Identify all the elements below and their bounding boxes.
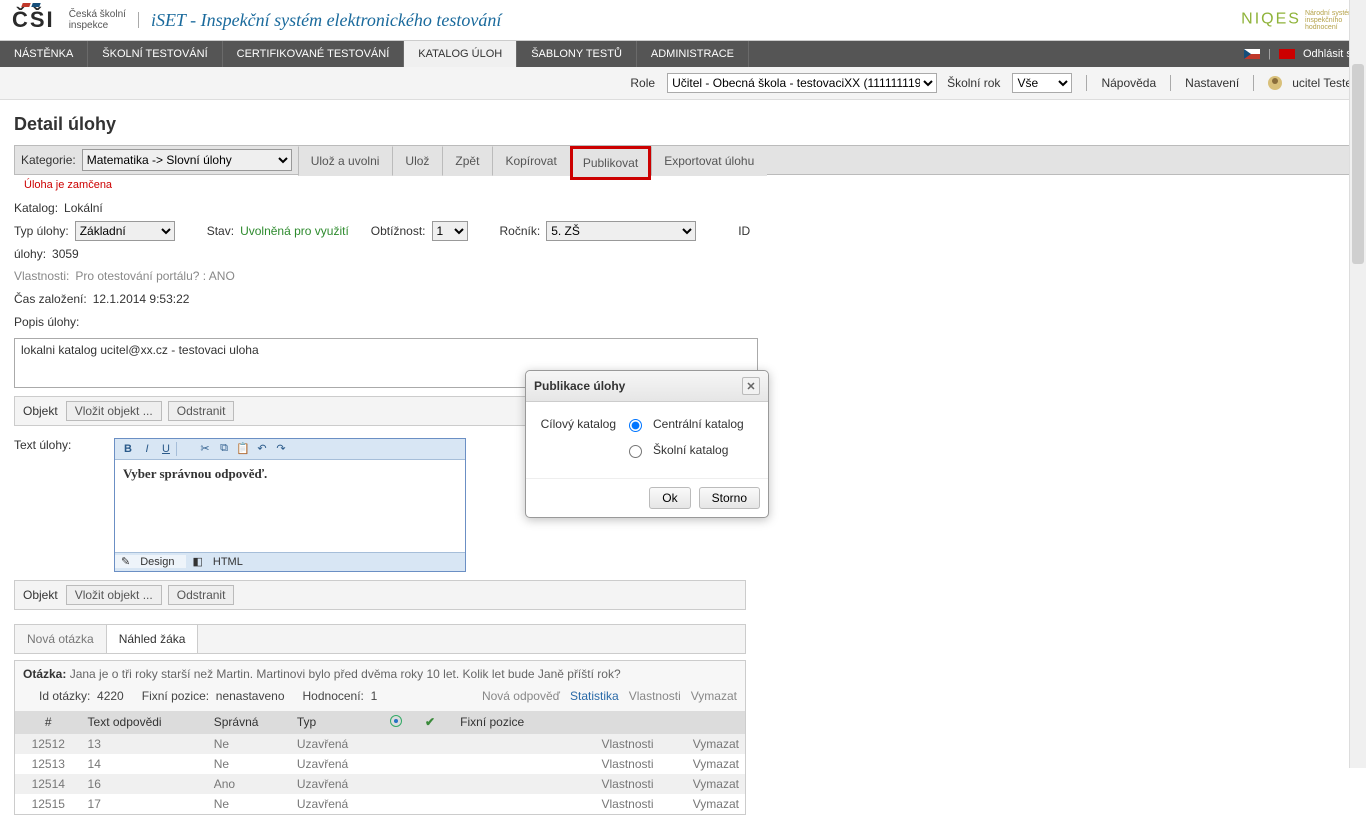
radio-central[interactable] (629, 419, 642, 432)
question-panel: Otázka: Jana je o tři roky starší než Ma… (14, 660, 746, 815)
grade-select[interactable]: 5. ZŠ (546, 221, 696, 241)
row-props-link[interactable]: Vlastnosti (602, 737, 654, 751)
nav-n-st-nka[interactable]: NÁSTĚNKA (0, 41, 88, 67)
table-row: 1251416AnoUzavřenáVlastnostiVymazat (15, 774, 745, 794)
row-props-link[interactable]: Vlastnosti (602, 757, 654, 771)
stats-link[interactable]: Statistika (570, 689, 619, 703)
col-5: ✔ (419, 711, 454, 734)
tb-ulo-[interactable]: Ulož (392, 146, 442, 176)
table-row: 1251213NeUzavřenáVlastnostiVymazat (15, 734, 745, 754)
answers-table: #Text odpovědiSprávnáTyp✔Fixní pozice 12… (15, 711, 745, 814)
app-title: iSET - Inspekční systém elektronického t… (151, 10, 501, 31)
insert-object-button-2[interactable]: Vložit objekt ... (66, 585, 162, 605)
tb-zp-t[interactable]: Zpět (442, 146, 492, 176)
html-tab[interactable]: ◧ HTML (186, 555, 254, 568)
nav--ablony-test-[interactable]: ŠABLONY TESTŮ (517, 41, 637, 67)
bold-icon[interactable]: B (119, 441, 137, 457)
table-row: 1251517NeUzavřenáVlastnostiVymazat (15, 794, 745, 814)
table-row: 1251314NeUzavřenáVlastnostiVymazat (15, 754, 745, 774)
remove-object-button[interactable]: Odstranit (168, 401, 235, 421)
paste-icon[interactable]: 📋 (234, 441, 252, 457)
role-label: Role (630, 76, 655, 90)
col-7 (566, 711, 660, 734)
locked-warning: Úloha je zamčena (24, 179, 1352, 191)
nav-katalog-loh[interactable]: KATALOG ÚLOH (404, 41, 517, 67)
task-meta: Katalog: Lokální Typ úlohy: Základní Sta… (14, 197, 1352, 334)
col-6: Fixní pozice (454, 711, 565, 734)
category-label: Kategorie: (15, 153, 82, 167)
q-delete-link[interactable]: Vymazat (691, 689, 737, 703)
ok-button[interactable]: Ok (649, 487, 690, 509)
question-tabs: Nová otázkaNáhled žáka (14, 624, 746, 654)
row-del-link[interactable]: Vymazat (693, 797, 739, 811)
nav-certifikovan-testov-n-[interactable]: CERTIFIKOVANÉ TESTOVÁNÍ (223, 41, 405, 67)
flag-en-icon[interactable] (1279, 49, 1295, 59)
nav-administrace[interactable]: ADMINISTRACE (637, 41, 749, 67)
scrollbar[interactable] (1349, 0, 1366, 768)
rich-editor[interactable]: B I U ✂ ⧉ 📋 ↶ ↷ Vyber správnou odpověď. … (114, 438, 466, 572)
editor-body[interactable]: Vyber správnou odpověď. (115, 460, 465, 552)
year-select[interactable]: Vše (1012, 73, 1072, 93)
radio-icon (390, 715, 402, 727)
tb-ulo-a-uvolni[interactable]: Ulož a uvolni (298, 146, 393, 176)
context-bar: Role Učitel - Obecná škola - testovaciXX… (0, 67, 1366, 100)
row-del-link[interactable]: Vymazat (693, 777, 739, 791)
object-bar-bottom: Objekt Vložit objekt ... Odstranit (14, 580, 746, 610)
check-icon: ✔ (425, 715, 437, 727)
flag-cz-icon[interactable] (1244, 49, 1260, 59)
difficulty-select[interactable]: 1 (432, 221, 468, 241)
underline-icon[interactable]: U (157, 441, 175, 457)
role-select[interactable]: Učitel - Obecná škola - testovaciXX (111… (667, 73, 937, 93)
tb-kop-rovat[interactable]: Kopírovat (492, 146, 569, 176)
italic-icon[interactable]: I (138, 441, 156, 457)
user-icon (1268, 76, 1282, 90)
remove-object-button-2[interactable]: Odstranit (168, 585, 235, 605)
q-props-link[interactable]: Vlastnosti (629, 689, 681, 703)
radio-school[interactable] (629, 445, 642, 458)
cancel-button[interactable]: Storno (699, 487, 760, 509)
editor-label: Text úlohy: (14, 438, 104, 452)
main-nav: NÁSTĚNKAŠKOLNÍ TESTOVÁNÍCERTIFIKOVANÉ TE… (0, 41, 1366, 67)
copy-icon[interactable]: ⧉ (215, 441, 233, 457)
tb-publikovat[interactable]: Publikovat (570, 146, 651, 180)
task-toolbar: Kategorie: Matematika -> Slovní úlohy Ul… (14, 145, 1354, 175)
type-select[interactable]: Základní (75, 221, 175, 241)
tab-0[interactable]: Nová otázka (15, 625, 107, 653)
user-name[interactable]: ucitel Tester (1292, 76, 1356, 90)
page-title: Detail úlohy (14, 114, 1352, 135)
close-icon[interactable]: ✕ (742, 377, 760, 395)
nav--koln-testov-n-[interactable]: ŠKOLNÍ TESTOVÁNÍ (88, 41, 222, 67)
row-props-link[interactable]: Vlastnosti (602, 777, 654, 791)
csi-logo: ČŠI (12, 7, 55, 33)
row-del-link[interactable]: Vymazat (693, 757, 739, 771)
row-props-link[interactable]: Vlastnosti (602, 797, 654, 811)
col-8 (660, 711, 745, 734)
publish-dialog: Publikace úlohy ✕ Cílový katalog Centrál… (525, 370, 769, 518)
insert-object-button[interactable]: Vložit objekt ... (66, 401, 162, 421)
cut-icon[interactable]: ✂ (196, 441, 214, 457)
redo-icon[interactable]: ↷ (272, 441, 290, 457)
row-del-link[interactable]: Vymazat (693, 737, 739, 751)
status-value: Uvolněná pro využití (240, 220, 349, 243)
app-header: ČŠI Česká školní inspekce iSET - Inspekč… (0, 0, 1366, 41)
category-select[interactable]: Matematika -> Slovní úlohy (82, 149, 292, 171)
design-tab[interactable]: ✎ Design (115, 555, 186, 568)
tab-1[interactable]: Náhled žáka (107, 625, 199, 653)
col-4 (384, 711, 419, 734)
help-link[interactable]: Nápověda (1101, 76, 1156, 90)
undo-icon[interactable]: ↶ (253, 441, 271, 457)
new-answer-link[interactable]: Nová odpověď (482, 689, 560, 703)
col-3: Typ (291, 711, 384, 734)
col-2: Správná (208, 711, 291, 734)
col-0: # (15, 711, 82, 734)
dialog-title: Publikace úlohy (534, 379, 625, 393)
col-1: Text odpovědi (82, 711, 208, 734)
settings-link[interactable]: Nastavení (1185, 76, 1239, 90)
niqes-logo: NIQESNárodní systéminspekčníhohodnocení (1241, 10, 1354, 31)
year-label: Školní rok (947, 76, 1000, 90)
org-name: Česká školní inspekce (69, 9, 126, 31)
tb-exportovat-lohu[interactable]: Exportovat úlohu (651, 146, 767, 176)
